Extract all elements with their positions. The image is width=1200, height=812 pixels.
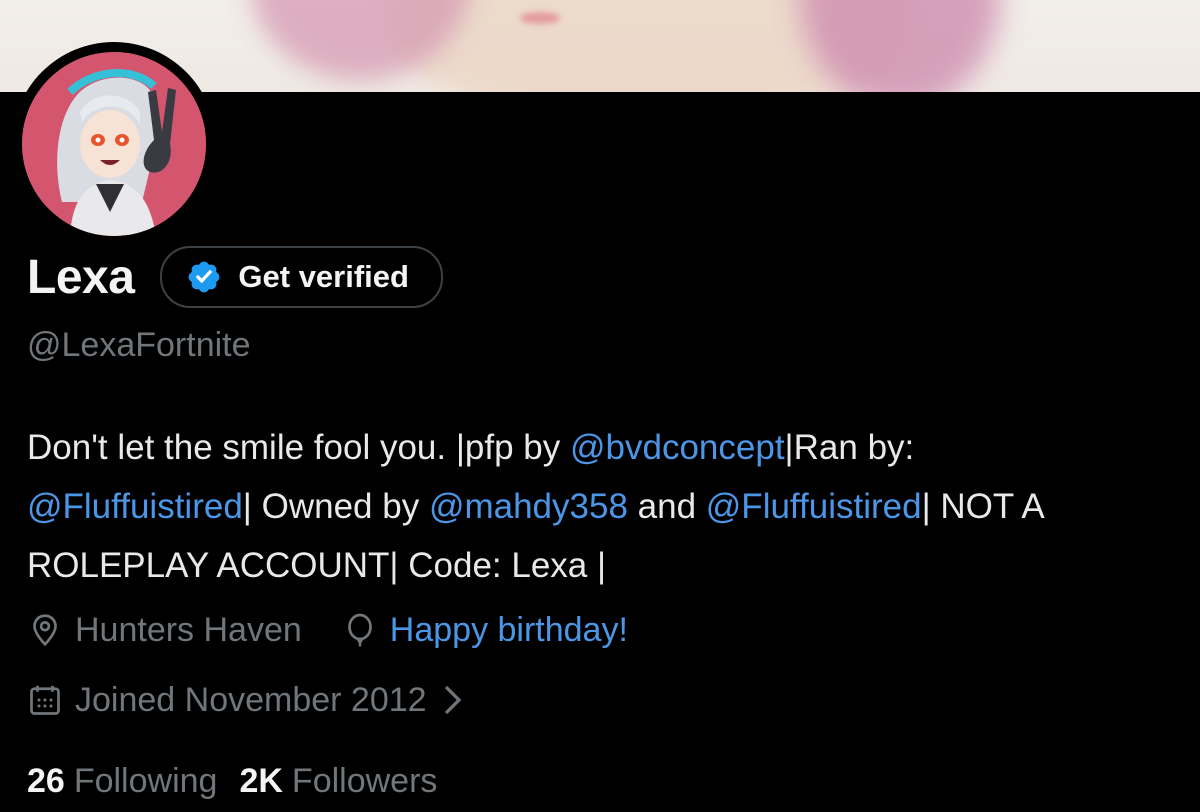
bio-text: |Ran by:	[784, 428, 915, 467]
avatar-image	[22, 52, 206, 236]
avatar[interactable]	[12, 42, 216, 246]
bio-text: and	[627, 487, 706, 526]
display-name: Lexa	[27, 250, 135, 304]
get-verified-button[interactable]: Get verified	[160, 246, 443, 308]
followers-stat[interactable]: 2K Followers	[239, 762, 437, 801]
name-row: Lexa Get verified	[27, 245, 443, 309]
followers-label: Followers	[291, 761, 438, 800]
bio-mention-fluffuistired-2[interactable]: @Fluffuistired	[706, 487, 922, 526]
joined-text: Joined November 2012	[75, 680, 427, 719]
bio-mention-mahdy358[interactable]: @mahdy358	[429, 487, 628, 526]
banner-art-mouth	[520, 12, 560, 24]
following-count: 26	[27, 761, 65, 800]
birthday-link[interactable]: Happy birthday!	[390, 611, 628, 650]
bio-text: Don't let the smile fool you. |pfp by	[27, 428, 570, 467]
location-text: Hunters Haven	[75, 610, 302, 649]
following-label: Following	[73, 761, 218, 800]
calendar-icon	[30, 685, 60, 715]
get-verified-label: Get verified	[238, 259, 409, 294]
birthday[interactable]: Happy birthday!	[342, 611, 628, 650]
profile-meta-row: Hunters Haven Happy birthday!	[27, 607, 668, 653]
joined[interactable]: Joined November 2012	[27, 681, 467, 720]
followers-count: 2K	[239, 761, 283, 800]
banner-art-hair-right	[800, 0, 1000, 92]
profile-page: Lexa Get verified @LexaFortnite Don't le…	[0, 0, 1200, 812]
bio-text: | Owned by	[242, 487, 429, 526]
bio-mention-fluffuistired[interactable]: @Fluffuistired	[27, 487, 243, 526]
bio-mention-bvdconcept[interactable]: @bvdconcept	[570, 428, 785, 467]
location: Hunters Haven	[27, 611, 302, 650]
profile-handle: @LexaFortnite	[27, 326, 251, 364]
balloon-icon	[347, 613, 372, 647]
following-stat[interactable]: 26 Following	[27, 762, 217, 801]
location-pin-icon	[33, 614, 57, 647]
profile-bio: Don't let the smile fool you. |pfp by @b…	[27, 418, 1187, 595]
joined-row[interactable]: Joined November 2012	[27, 677, 507, 723]
verified-badge-icon	[189, 261, 220, 293]
follow-stats: 26 Following 2K Followers	[27, 758, 459, 804]
chevron-right-icon	[444, 686, 461, 714]
